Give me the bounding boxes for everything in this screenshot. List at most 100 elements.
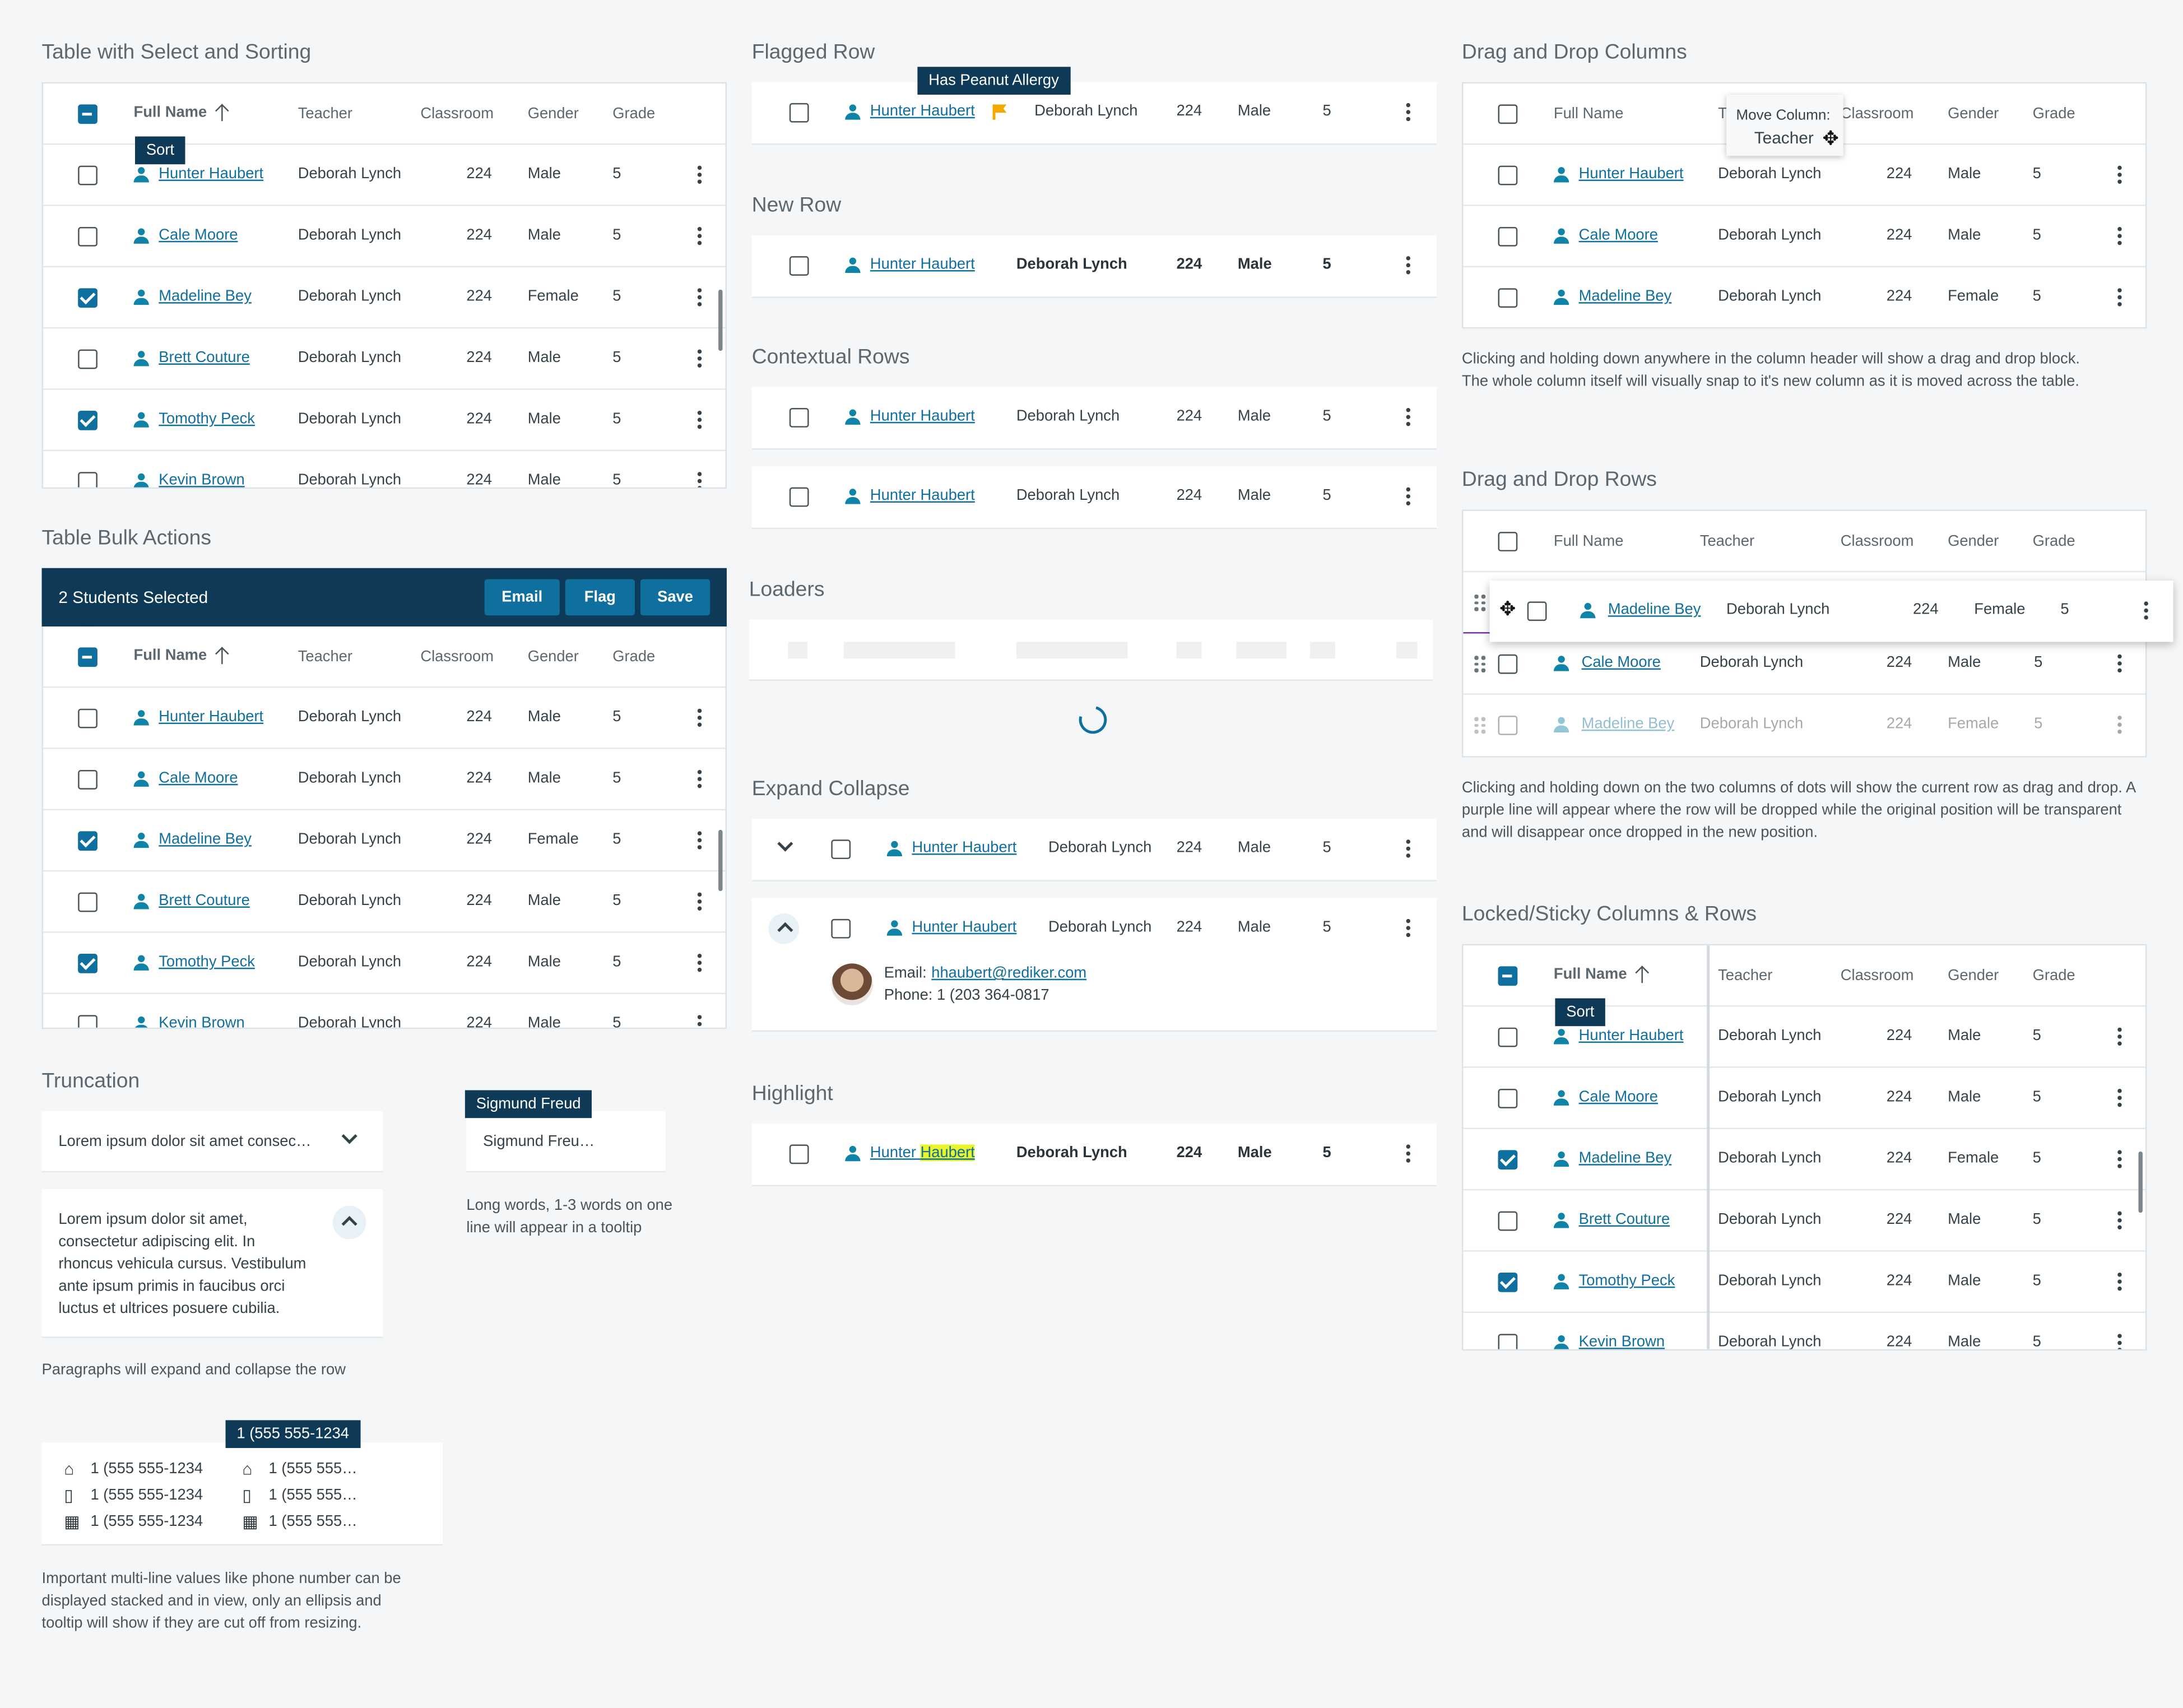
student-name-link[interactable]: Tomothy Peck (159, 411, 255, 428)
student-name-link[interactable]: Madeline Bey (1582, 716, 1675, 732)
header-grade[interactable]: Grade (2033, 533, 2075, 550)
table-row[interactable]: Madeline Bey Deborah Lynch 224 Female 5 (43, 267, 726, 329)
header-teacher[interactable]: Teacher (298, 106, 352, 123)
header-classroom[interactable]: Classroom (1841, 968, 1914, 985)
expanded-cell[interactable]: Lorem ipsum dolor sit amet, consectetur … (41, 1189, 383, 1338)
kebab-icon[interactable] (697, 954, 702, 972)
header-gender[interactable]: Gender (528, 106, 579, 123)
dragging-row[interactable]: ✥ Madeline Bey Deborah Lynch 224 Female 5 (1489, 581, 2173, 642)
student-name-link[interactable]: Madeline Bey (1579, 288, 1672, 305)
collapsed-row[interactable]: Hunter Haubert Deborah Lynch 224 Male 5 (751, 818, 1437, 880)
row-checkbox[interactable] (831, 839, 851, 860)
scrollbar[interactable] (718, 829, 723, 892)
header-full-name[interactable]: Full Name (134, 104, 229, 122)
kebab-icon[interactable] (2144, 601, 2148, 620)
student-name-link[interactable]: Cale Moore (159, 770, 238, 787)
student-name-link[interactable]: Cale Moore (1579, 1089, 1658, 1106)
header-classroom[interactable]: Classroom (1841, 106, 1914, 123)
kebab-icon[interactable] (1406, 918, 1410, 937)
row-checkbox[interactable] (78, 227, 97, 247)
table-row[interactable]: Kevin Brown Deborah Lynch 224 Male 5 (1463, 1313, 2145, 1349)
table-row[interactable]: Cale Moore Deborah Lynch 224 Male 5 (1463, 633, 2145, 695)
student-name-link[interactable]: Cale Moore (1582, 655, 1661, 671)
drag-handle-icon[interactable] (1474, 717, 1485, 734)
chevron-down-icon[interactable] (777, 836, 793, 852)
student-name-link[interactable]: Hunter Haubert (870, 488, 975, 504)
table-row[interactable]: Madeline Bey Deborah Lynch 224 Female 5 (43, 810, 726, 872)
student-name-link[interactable]: Brett Couture (159, 893, 250, 909)
scrollbar[interactable] (718, 289, 723, 351)
header-teacher[interactable]: Teacher (298, 649, 352, 666)
table-row[interactable]: Brett Couture Deborah Lynch 224 Male 5 (43, 328, 726, 390)
chevron-down-icon[interactable] (341, 1128, 357, 1144)
student-name-link[interactable]: Kevin Brown (1579, 1334, 1665, 1349)
flag-button[interactable]: Flag (565, 579, 635, 616)
table-row[interactable]: Madeline Bey Deborah Lynch 224 Female 5 (1463, 267, 2145, 327)
kebab-icon[interactable] (697, 410, 702, 429)
kebab-icon[interactable] (2117, 1334, 2122, 1349)
row-checkbox[interactable] (78, 165, 97, 185)
header-grade[interactable]: Grade (2033, 106, 2075, 123)
select-all-checkbox[interactable] (78, 647, 97, 667)
header-gender[interactable]: Gender (1948, 533, 1999, 550)
row-checkbox[interactable] (1498, 1150, 1518, 1170)
row-checkbox[interactable] (78, 349, 97, 369)
row-checkbox[interactable] (789, 256, 809, 276)
kebab-icon[interactable] (2117, 1089, 2122, 1107)
row-checkbox[interactable] (789, 103, 809, 123)
table-row[interactable]: Cale Moore Deborah Lynch 224 Male 5 (43, 206, 726, 268)
student-name-link[interactable]: Hunter Haubert (912, 919, 1016, 936)
kebab-icon[interactable] (697, 708, 702, 727)
contextual-row[interactable]: Hunter Haubert Deborah Lynch 224 Male 5 (751, 466, 1437, 528)
table-row[interactable]: Tomothy Peck Deborah Lynch 224 Male 5 (43, 389, 726, 452)
kebab-icon[interactable] (2117, 288, 2122, 307)
kebab-icon[interactable] (2117, 1211, 2122, 1229)
save-button[interactable]: Save (640, 579, 710, 616)
select-all-checkbox[interactable] (1498, 966, 1518, 986)
row-checkbox[interactable] (789, 1144, 809, 1164)
row-checkbox[interactable] (831, 918, 851, 939)
kebab-icon[interactable] (1406, 408, 1410, 426)
kebab-icon[interactable] (2117, 1273, 2122, 1291)
header-gender[interactable]: Gender (1948, 968, 1999, 985)
kebab-icon[interactable] (2117, 1027, 2122, 1046)
table-row[interactable]: Tomothy Peck Deborah Lynch 224 Male 5 (1463, 1251, 2145, 1314)
table-row[interactable]: Tomothy Peck Deborah Lynch 224 Male 5 (43, 932, 726, 995)
row-checkbox[interactable] (1498, 716, 1518, 735)
scrollbar[interactable] (2138, 1151, 2143, 1213)
select-all-checkbox[interactable] (1498, 532, 1518, 551)
kebab-icon[interactable] (1406, 103, 1410, 122)
email-link[interactable]: hhaubert@rediker.com (931, 965, 1086, 982)
student-name-link[interactable]: Hunter Haubert (159, 709, 263, 726)
row-checkbox[interactable] (789, 487, 809, 507)
student-name-link[interactable]: Madeline Bey (1608, 601, 1701, 618)
contextual-row[interactable]: Hunter Haubert Deborah Lynch 224 Male 5 (751, 387, 1437, 449)
truncated-cell[interactable]: Lorem ipsum dolor sit amet consec… (41, 1111, 383, 1173)
header-classroom[interactable]: Classroom (420, 649, 494, 666)
drag-handle-icon[interactable] (1474, 594, 1485, 611)
student-name-link[interactable]: Kevin Brown (159, 472, 244, 487)
kebab-icon[interactable] (697, 1015, 702, 1027)
student-name-link[interactable]: Hunter Haubert (159, 166, 263, 183)
row-checkbox[interactable] (78, 288, 97, 308)
new-row[interactable]: Hunter Haubert Deborah Lynch 224 Male 5 (751, 235, 1437, 297)
row-checkbox[interactable] (1498, 165, 1518, 185)
kebab-icon[interactable] (697, 831, 702, 850)
table-row[interactable]: Brett Couture Deborah Lynch 224 Male 5 (43, 871, 726, 933)
header-grade[interactable]: Grade (2033, 968, 2075, 985)
kebab-icon[interactable] (1406, 1144, 1410, 1163)
row-checkbox[interactable] (1498, 1089, 1518, 1108)
table-row[interactable]: Cale Moore Deborah Lynch 224 Male 5 (1463, 206, 2145, 268)
row-checkbox[interactable] (78, 410, 97, 430)
row-checkbox[interactable] (78, 954, 97, 973)
row-checkbox[interactable] (1527, 601, 1547, 621)
row-checkbox[interactable] (78, 831, 97, 851)
student-name-link[interactable]: Tomothy Peck (159, 954, 255, 971)
kebab-icon[interactable] (697, 770, 702, 788)
header-gender[interactable]: Gender (1948, 106, 1999, 123)
student-name-link[interactable]: Hunter Haubert (870, 1144, 975, 1162)
header-grade[interactable]: Grade (612, 106, 655, 123)
sort-arrow-icon[interactable] (215, 648, 229, 665)
email-button[interactable]: Email (484, 579, 560, 616)
header-classroom[interactable]: Classroom (420, 106, 494, 123)
